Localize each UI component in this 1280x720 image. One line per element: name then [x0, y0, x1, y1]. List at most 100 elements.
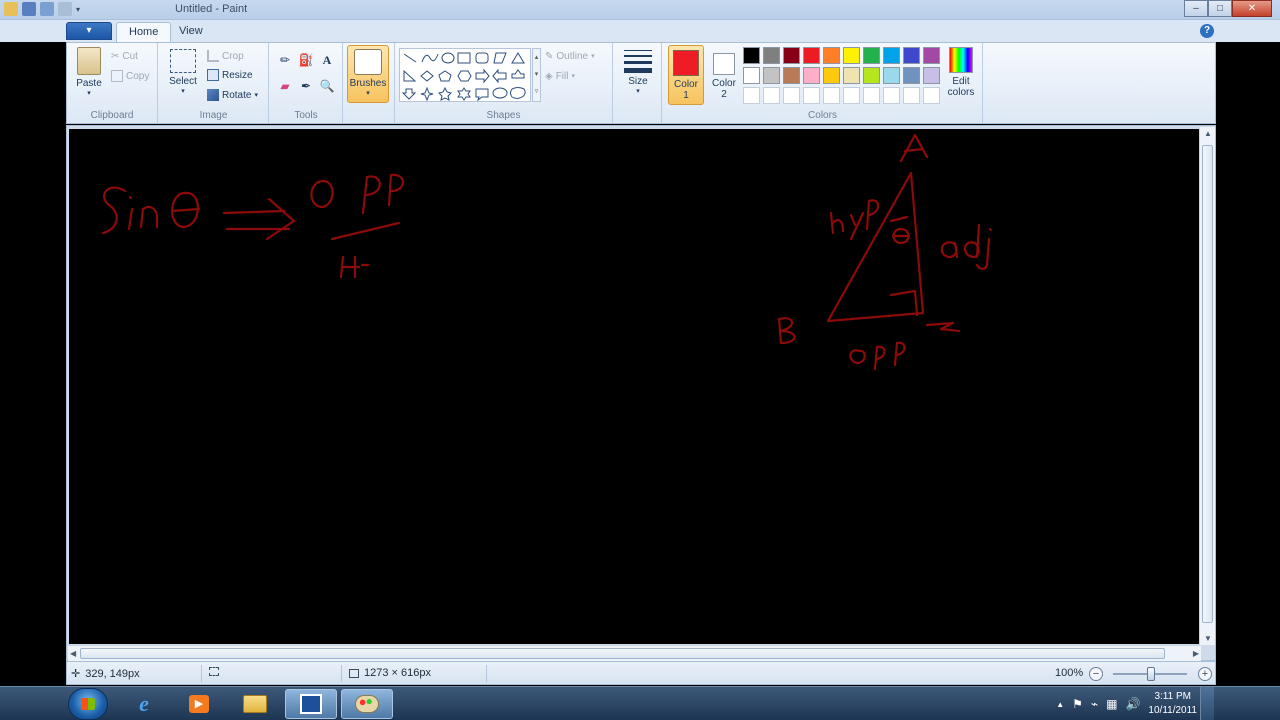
help-icon[interactable]: ?: [1200, 24, 1214, 38]
palette-swatch[interactable]: [883, 47, 900, 64]
scroll-down-arrow-icon[interactable]: ▼: [1204, 634, 1212, 643]
palette-swatch[interactable]: [843, 47, 860, 64]
palette-swatch[interactable]: [783, 47, 800, 64]
palette-swatch[interactable]: [803, 47, 820, 64]
palette-custom-slot[interactable]: [823, 87, 840, 104]
paint-menu-button[interactable]: ▾: [66, 22, 112, 40]
palette-custom-slot[interactable]: [903, 87, 920, 104]
maximize-button[interactable]: □: [1208, 0, 1232, 17]
network-icon[interactable]: ▦: [1106, 697, 1117, 711]
palette-swatch[interactable]: [903, 67, 920, 84]
size-label: Size: [628, 76, 648, 87]
horizontal-scrollbar[interactable]: ◀ ▶: [68, 645, 1201, 661]
palette-swatch[interactable]: [863, 47, 880, 64]
taskbar-internet-explorer[interactable]: e: [118, 689, 170, 719]
copy-button[interactable]: Copy: [111, 68, 149, 84]
power-icon[interactable]: ⌁: [1091, 697, 1098, 711]
brushes-button[interactable]: Brushes ▾: [347, 45, 389, 103]
taskbar-media-player[interactable]: ▶: [173, 689, 225, 719]
volume-icon[interactable]: 🔊: [1125, 697, 1140, 711]
palette-swatch[interactable]: [783, 67, 800, 84]
close-button[interactable]: ✕: [1232, 0, 1272, 17]
paste-button[interactable]: Paste ▾: [71, 47, 107, 97]
outline-button[interactable]: ✎ Outline ▾: [545, 48, 595, 64]
palette-custom-slot[interactable]: [843, 87, 860, 104]
palette-swatch[interactable]: [803, 67, 820, 84]
palette-swatch[interactable]: [883, 67, 900, 84]
palette-custom-slot[interactable]: [863, 87, 880, 104]
palette-swatch[interactable]: [743, 67, 760, 84]
palette-swatch[interactable]: [903, 47, 920, 64]
scroll-right-arrow-icon[interactable]: ▶: [1193, 649, 1199, 658]
redo-icon[interactable]: [58, 2, 72, 16]
crop-button[interactable]: Crop: [207, 48, 244, 64]
palette-swatch[interactable]: [763, 67, 780, 84]
clock[interactable]: 3:11 PM 10/11/2011: [1148, 690, 1197, 718]
palette-swatch[interactable]: [823, 47, 840, 64]
tray-expand-icon[interactable]: ▲: [1056, 700, 1064, 709]
palette-swatch[interactable]: [843, 67, 860, 84]
undo-icon[interactable]: [40, 2, 54, 16]
color1-button[interactable]: Color 1: [668, 45, 704, 105]
tab-home[interactable]: Home: [116, 22, 172, 42]
selection-size-icon: [209, 667, 219, 676]
edit-colors-button[interactable]: Edit colors: [942, 47, 980, 98]
canvas-size: 1273 × 616px: [349, 667, 431, 679]
action-center-icon[interactable]: ⚑: [1072, 697, 1083, 711]
resize-button[interactable]: Resize: [207, 67, 253, 83]
taskbar-paint[interactable]: [341, 689, 393, 719]
palette-custom-slot[interactable]: [763, 87, 780, 104]
color-picker-icon[interactable]: ✒: [297, 77, 315, 95]
cursor-position: ✛ 329, 149px: [71, 667, 140, 681]
palette-swatch[interactable]: [923, 67, 940, 84]
pencil-icon[interactable]: ✏: [276, 51, 294, 69]
show-desktop-button[interactable]: [1200, 687, 1214, 720]
right-arrow-shape-icon: [475, 68, 490, 84]
vertical-scrollbar[interactable]: ▲ ▼: [1199, 127, 1215, 645]
palette-swatch[interactable]: [763, 47, 780, 64]
text-tool-icon[interactable]: A: [318, 51, 336, 69]
palette-swatch[interactable]: [743, 47, 760, 64]
quick-access-toolbar: ▾: [4, 2, 80, 16]
horizontal-scroll-thumb[interactable]: [80, 648, 1165, 659]
eraser-icon[interactable]: ▰: [276, 77, 294, 95]
palette-swatch[interactable]: [863, 67, 880, 84]
zoom-out-button[interactable]: −: [1089, 667, 1103, 681]
select-label: Select: [169, 76, 197, 87]
select-button[interactable]: Select ▾: [163, 49, 203, 95]
drawing-canvas[interactable]: [69, 129, 1200, 644]
shapes-scroll-icon[interactable]: ▴ ▾ ▿: [532, 48, 541, 102]
palette-custom-slot[interactable]: [783, 87, 800, 104]
zoom-in-button[interactable]: +: [1198, 667, 1212, 681]
palette-custom-slot[interactable]: [923, 87, 940, 104]
taskbar-app-window[interactable]: [285, 689, 337, 719]
color1-label: Color: [674, 79, 698, 90]
rotate-button[interactable]: Rotate ▾: [207, 87, 258, 103]
ink-dot-i: [128, 195, 133, 200]
vertical-scroll-thumb[interactable]: [1202, 145, 1213, 623]
tab-view[interactable]: View: [167, 22, 215, 42]
size-button[interactable]: Size ▾: [620, 47, 656, 95]
taskbar-file-explorer[interactable]: [229, 689, 281, 719]
color2-button[interactable]: Color 2: [706, 45, 742, 105]
scroll-up-arrow-icon[interactable]: ▲: [1204, 129, 1212, 138]
zoom-slider-knob[interactable]: [1147, 667, 1155, 681]
palette-custom-slot[interactable]: [883, 87, 900, 104]
palette-swatch[interactable]: [923, 47, 940, 64]
five-point-star-shape-icon: [438, 86, 452, 101]
start-button[interactable]: [68, 688, 108, 720]
palette-custom-slot[interactable]: [803, 87, 820, 104]
qat-dropdown-icon[interactable]: ▾: [76, 5, 80, 14]
ink-letter-o2: [849, 349, 866, 365]
paint-app-icon[interactable]: [4, 2, 18, 16]
shapes-gallery[interactable]: [399, 48, 531, 102]
fill-bucket-icon[interactable]: ⛽: [297, 51, 315, 69]
save-icon[interactable]: [22, 2, 36, 16]
fill-button[interactable]: ◈ Fill ▾: [545, 68, 575, 84]
palette-custom-slot[interactable]: [743, 87, 760, 104]
cut-button[interactable]: ✂ Cut: [111, 48, 138, 64]
magnifier-icon[interactable]: 🔍: [318, 77, 336, 95]
scroll-left-arrow-icon[interactable]: ◀: [70, 649, 76, 658]
minimize-button[interactable]: –: [1184, 0, 1208, 17]
palette-swatch[interactable]: [823, 67, 840, 84]
